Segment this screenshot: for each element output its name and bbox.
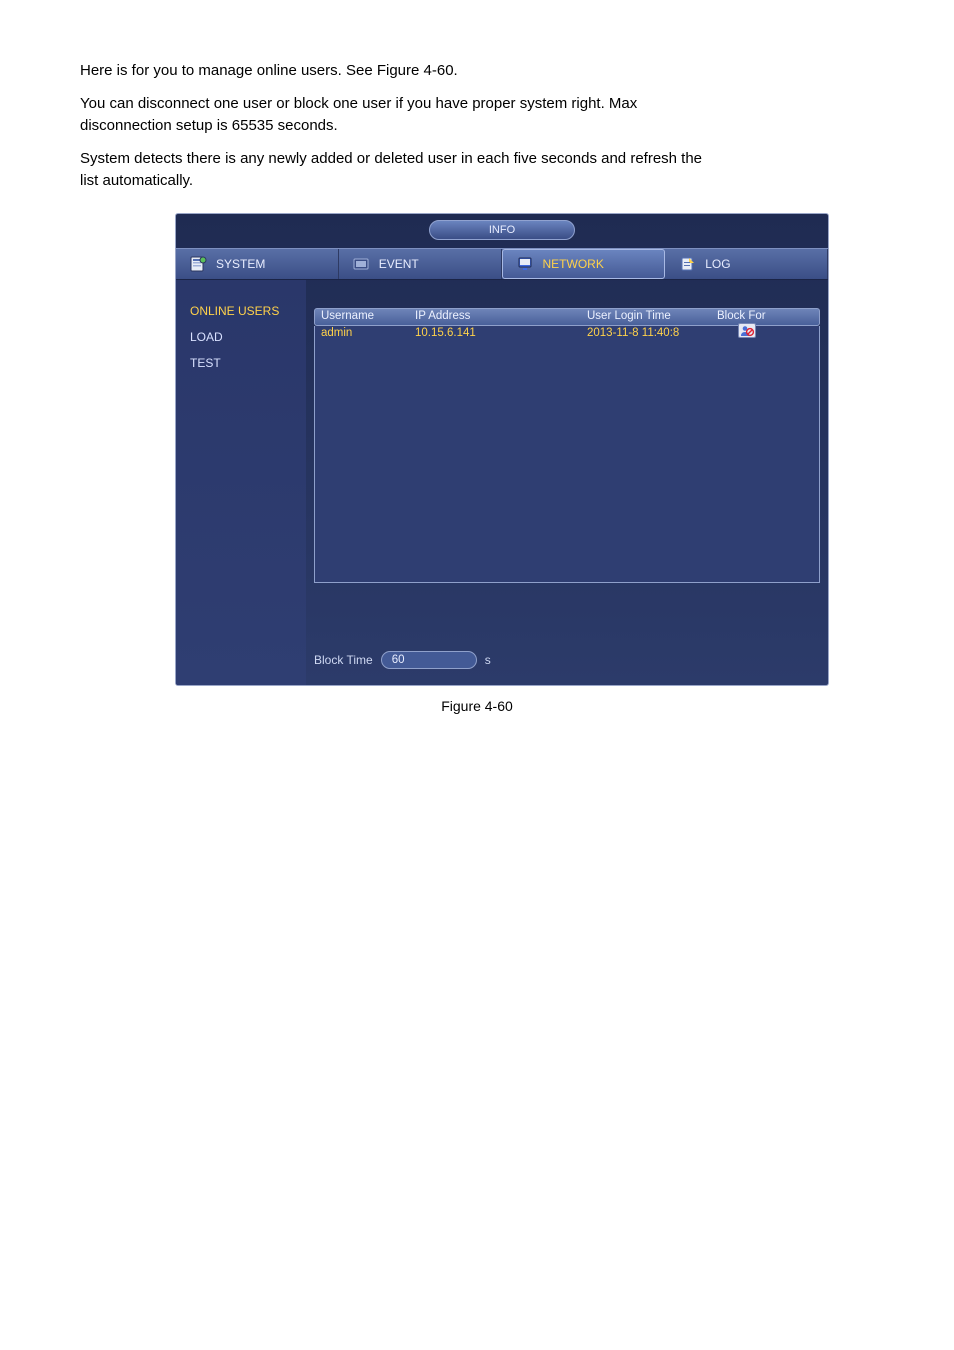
block-time-unit: s <box>485 651 491 669</box>
info-dialog: INFO SYSTEM EVENT NETWORK <box>175 213 829 686</box>
block-time-row: Block Time 60 s <box>314 649 491 671</box>
sidebar-item-load[interactable]: LOAD <box>190 324 306 350</box>
user-list: admin 10.15.6.141 2013-11-8 11:40:8 <box>314 326 820 583</box>
cell-login-time: 2013-11-8 11:40:8 <box>587 325 717 342</box>
tab-event-label: EVENT <box>379 255 419 273</box>
system-icon <box>190 256 208 272</box>
event-icon <box>353 256 371 272</box>
col-login-time: User Login Time <box>587 308 717 325</box>
tab-log[interactable]: LOG <box>665 249 828 279</box>
tab-system-label: SYSTEM <box>216 255 265 273</box>
para3-text-a: System detects there is any newly added … <box>80 150 702 167</box>
tab-log-label: LOG <box>705 255 730 273</box>
col-ip: IP Address <box>415 308 587 325</box>
tab-network[interactable]: NETWORK <box>502 249 666 279</box>
cell-ip: 10.15.6.141 <box>415 325 587 342</box>
log-icon <box>679 256 697 272</box>
sidebar-item-online-users[interactable]: ONLINE USERS <box>190 298 306 324</box>
dialog-title: INFO <box>429 220 575 240</box>
table-row[interactable]: admin 10.15.6.141 2013-11-8 11:40:8 <box>315 326 819 343</box>
tab-network-label: NETWORK <box>543 255 604 273</box>
cell-block-for <box>717 323 777 344</box>
intro-paragraph-1: Here is for you to manage online users. … <box>80 60 874 83</box>
cell-username: admin <box>315 325 415 342</box>
col-username: Username <box>315 308 415 325</box>
para2-text-b: disconnection setup is 65535 seconds. <box>80 117 338 134</box>
block-user-button[interactable] <box>738 323 756 338</box>
intro-paragraph-3: System detects there is any newly added … <box>80 148 874 193</box>
figure-caption: Figure 4-60 <box>80 696 874 717</box>
sidebar-item-test[interactable]: TEST <box>190 350 306 376</box>
block-time-input[interactable]: 60 <box>381 651 477 669</box>
block-time-label: Block Time <box>314 651 373 669</box>
para2-text-a: You can disconnect one user or block one… <box>80 95 637 112</box>
dialog-body: ONLINE USERS LOAD TEST Username IP Addre… <box>176 280 828 685</box>
tab-event[interactable]: EVENT <box>339 249 502 279</box>
intro-paragraph-2: You can disconnect one user or block one… <box>80 93 874 138</box>
tab-strip: SYSTEM EVENT NETWORK LOG <box>176 248 828 280</box>
side-nav: ONLINE USERS LOAD TEST <box>176 280 306 685</box>
tab-system[interactable]: SYSTEM <box>176 249 339 279</box>
para3-text-b: list automatically. <box>80 172 193 189</box>
content-area: Username IP Address User Login Time Bloc… <box>306 280 828 685</box>
network-icon <box>517 256 535 272</box>
